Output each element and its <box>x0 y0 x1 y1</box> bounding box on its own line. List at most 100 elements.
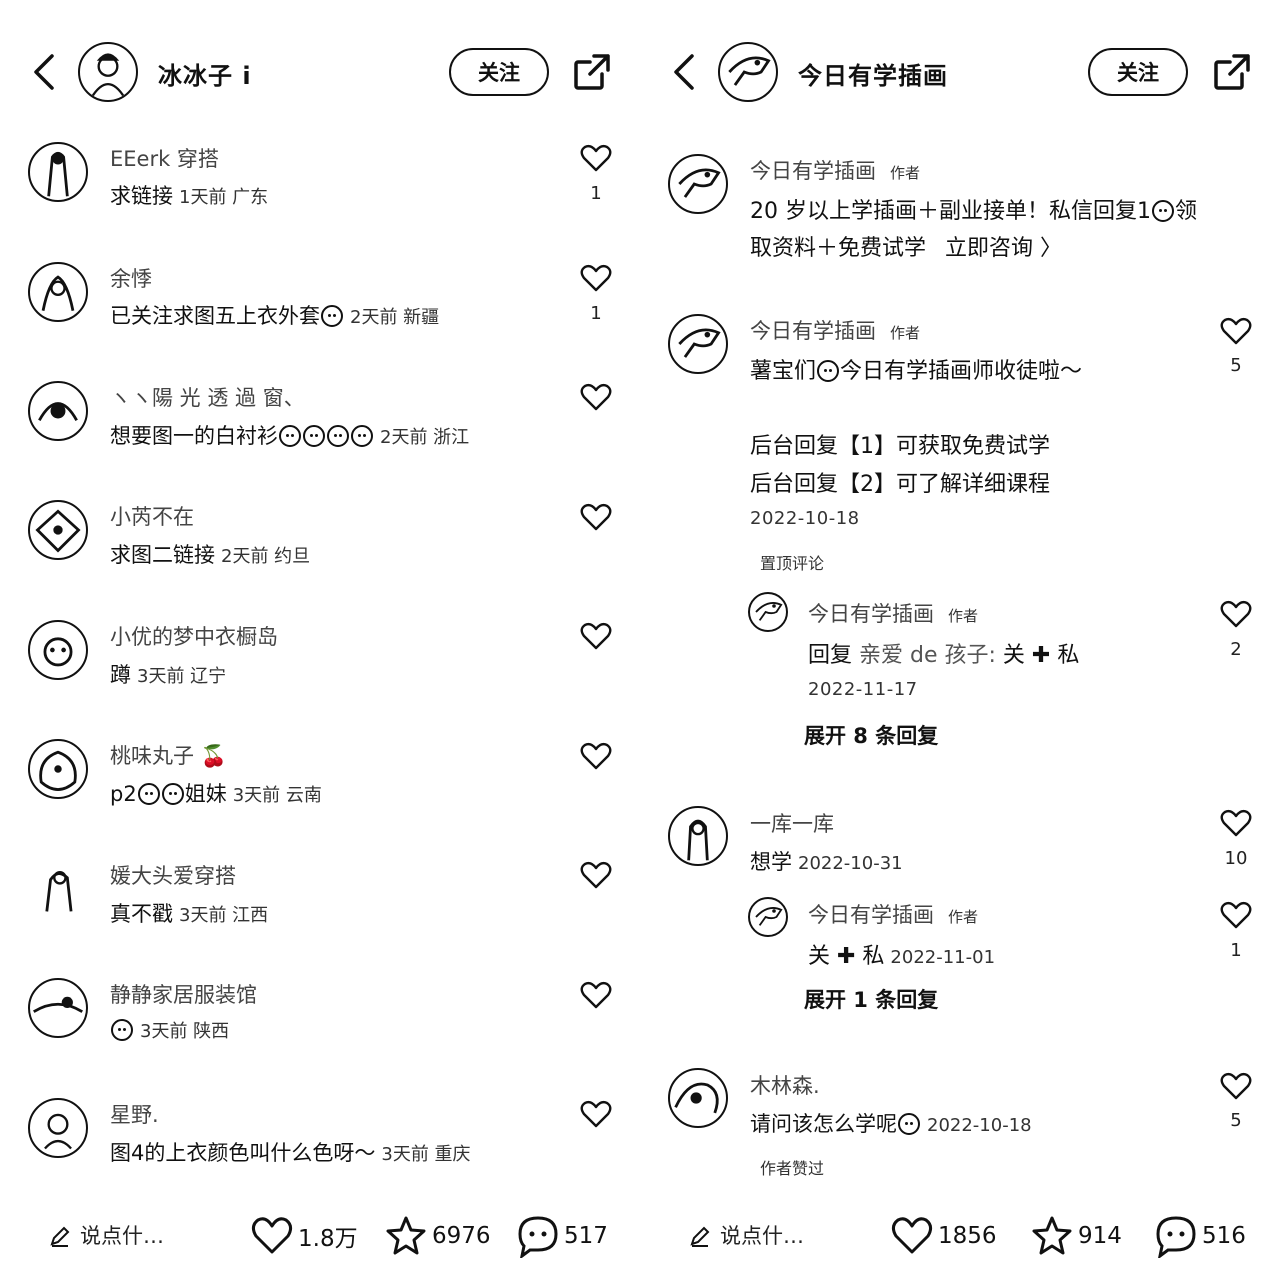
comment-bubble-icon <box>1156 1216 1196 1258</box>
consult-link[interactable]: 立即咨询 〉 <box>945 236 1062 261</box>
author-liked-tag: 作者赞过 <box>760 1159 825 1178</box>
like-button[interactable] <box>580 383 612 411</box>
emoji-icon <box>137 783 160 805</box>
like-button[interactable] <box>580 861 612 889</box>
back-button[interactable] <box>30 50 60 94</box>
comment-input[interactable]: 说点什… <box>48 1220 164 1250</box>
like-button[interactable] <box>1220 809 1252 837</box>
commenter-avatar[interactable] <box>28 978 88 1038</box>
like-button[interactable] <box>1220 600 1252 628</box>
comment-text: 请问该怎么学呢 2022-10-18 <box>750 1112 1032 1136</box>
likes-stat[interactable]: 1856 <box>890 1214 997 1258</box>
back-button[interactable] <box>670 50 700 94</box>
emoji-icon <box>898 1113 920 1135</box>
author-name[interactable]: 冰冰子 i <box>158 56 252 91</box>
pencil-icon <box>50 1226 70 1247</box>
commenter-name[interactable]: 今日有学插画 作者 <box>750 155 920 185</box>
commenter-avatar[interactable] <box>28 142 88 202</box>
heart-icon <box>580 383 612 411</box>
commenter-name[interactable]: ヽヽ陽 光 透 過 窗、 <box>110 382 305 412</box>
follow-button[interactable]: 关注 <box>1088 48 1188 96</box>
commenter-avatar[interactable] <box>28 381 88 441</box>
star-icon <box>386 1216 426 1255</box>
commenter-avatar[interactable] <box>28 620 88 680</box>
reply-name[interactable]: 今日有学插画 作者 <box>808 899 978 929</box>
commenter-avatar[interactable] <box>28 739 88 799</box>
share-icon <box>1214 54 1250 90</box>
like-button[interactable] <box>580 1100 612 1128</box>
commenter-name[interactable]: 余悸 <box>110 263 152 293</box>
author-avatar[interactable] <box>78 42 138 102</box>
like-button[interactable] <box>580 981 612 1009</box>
share-button[interactable] <box>572 52 612 92</box>
author-name[interactable]: 今日有学插画 <box>798 56 948 91</box>
commenter-avatar[interactable] <box>668 1068 728 1128</box>
author-avatar[interactable] <box>718 42 778 102</box>
like-button[interactable] <box>580 622 612 650</box>
comments-stat[interactable]: 516 <box>1154 1214 1246 1258</box>
commenter-name[interactable]: 一库一库 <box>750 808 834 838</box>
heart-icon <box>891 1217 933 1254</box>
heart-icon <box>580 1100 612 1128</box>
bottom-bar: 说点什… 1856 914 516 <box>640 1210 1280 1262</box>
like-button[interactable] <box>1220 317 1252 345</box>
like-count: 2 <box>1230 639 1242 660</box>
commenter-name[interactable]: EEerk 穿搭 <box>110 143 219 173</box>
follow-button[interactable]: 关注 <box>449 48 549 96</box>
like-count: 1 <box>590 183 602 204</box>
commenter-name[interactable]: 静静家居服装馆 <box>110 979 257 1009</box>
reply-avatar[interactable] <box>748 897 788 937</box>
commenter-avatar[interactable] <box>28 262 88 322</box>
comment-text: 蹲 3天前 辽宁 <box>110 663 227 687</box>
star-icon <box>1032 1216 1072 1255</box>
comment-text: 求图二链接 2天前 约旦 <box>110 543 311 567</box>
like-button[interactable] <box>580 264 612 292</box>
expand-replies-button[interactable]: 展开 8 条回复 <box>804 720 938 750</box>
commenter-avatar[interactable] <box>28 500 88 560</box>
commenter-avatar[interactable] <box>668 154 728 214</box>
commenter-name[interactable]: 桃味丸子 🍒 <box>110 740 227 770</box>
expand-replies-button[interactable]: 展开 1 条回复 <box>804 984 938 1014</box>
heart-icon <box>580 742 612 770</box>
commenter-avatar[interactable] <box>28 1098 88 1158</box>
heart-icon <box>580 861 612 889</box>
heart-icon <box>580 264 612 292</box>
like-count: 1 <box>1230 940 1242 961</box>
reply-name[interactable]: 今日有学插画 作者 <box>808 598 978 628</box>
commenter-name[interactable]: 小芮不在 <box>110 501 194 531</box>
like-count: 10 <box>1224 848 1248 869</box>
commenter-name[interactable]: 星野. <box>110 1099 159 1129</box>
heart-icon <box>1220 317 1252 345</box>
comment-text: 真不戳 3天前 江西 <box>110 902 269 926</box>
chevron-left-icon <box>34 54 54 90</box>
share-button[interactable] <box>1212 52 1252 92</box>
commenter-name[interactable]: 小优的梦中衣橱岛 <box>110 621 278 651</box>
comment-text: 薯宝们 今日有学插画师收徒啦～ <box>750 359 1083 384</box>
chevron-left-icon <box>674 54 694 90</box>
comments-stat[interactable]: 517 <box>516 1214 608 1258</box>
emoji-icon <box>279 425 301 447</box>
like-button[interactable] <box>580 503 612 531</box>
like-button[interactable] <box>1220 901 1252 929</box>
likes-stat[interactable]: 1.8万 <box>250 1214 358 1258</box>
heart-icon <box>1220 809 1252 837</box>
favorites-stat[interactable]: 6976 <box>384 1214 491 1258</box>
commenter-name[interactable]: 媛大头爱穿搭 <box>110 860 236 890</box>
reply-avatar[interactable] <box>748 592 788 632</box>
like-button[interactable] <box>1220 1072 1252 1100</box>
comment-text: 20 岁以上学插画＋副业接单！私信回复1 领 <box>750 199 1198 224</box>
comment-input[interactable]: 说点什… <box>688 1220 804 1250</box>
comment-bubble-icon <box>518 1216 558 1258</box>
like-count: 5 <box>1230 1110 1242 1131</box>
commenter-avatar[interactable] <box>668 806 728 866</box>
emoji-icon <box>817 360 840 382</box>
commenter-name[interactable]: 木林森. <box>750 1070 820 1100</box>
commenter-avatar[interactable] <box>28 859 88 919</box>
like-button[interactable] <box>580 144 612 172</box>
heart-icon <box>251 1217 293 1254</box>
commenter-name[interactable]: 今日有学插画 作者 <box>750 315 920 345</box>
commenter-avatar[interactable] <box>668 314 728 374</box>
comment-text: 图4的上衣颜色叫什么色呀～ 3天前 重庆 <box>110 1141 471 1165</box>
like-button[interactable] <box>580 742 612 770</box>
favorites-stat[interactable]: 914 <box>1030 1214 1122 1258</box>
